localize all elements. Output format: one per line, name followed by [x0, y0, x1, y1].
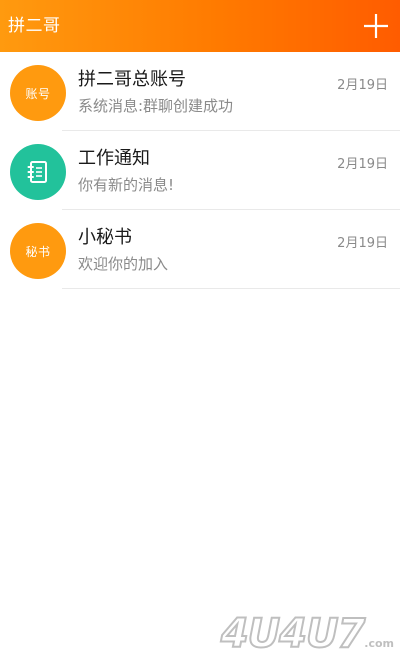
watermark-logo: 4U4U7.com [220, 609, 394, 659]
conversation-list: 账号 拼二哥总账号 系统消息:群聊创建成功 2月19日 工作通知 你有新的消息!… [0, 52, 400, 289]
conversation-preview: 系统消息:群聊创建成功 [78, 97, 234, 115]
conversation-preview: 欢迎你的加入 [78, 255, 169, 273]
avatar [10, 144, 66, 200]
watermark-suffix: .com [364, 637, 394, 650]
conversation-item-secretary[interactable]: 秘书 小秘书 欢迎你的加入 2月19日 [0, 210, 400, 289]
watermark-text: 4U4U7.com [220, 610, 394, 658]
conversation-item-main-account[interactable]: 账号 拼二哥总账号 系统消息:群聊创建成功 2月19日 [0, 52, 400, 131]
plus-icon [364, 14, 388, 38]
watermark-main: 4U4U7 [220, 610, 366, 658]
add-button[interactable] [360, 10, 392, 42]
conversation-date: 2月19日 [337, 236, 388, 251]
avatar: 账号 [10, 65, 66, 121]
avatar: 秘书 [10, 223, 66, 279]
conversation-name: 拼二哥总账号 [78, 69, 186, 90]
notebook-icon [27, 161, 47, 183]
header-title: 拼二哥 [8, 16, 61, 36]
conversation-item-work-notice[interactable]: 工作通知 你有新的消息! 2月19日 [0, 131, 400, 210]
conversation-name: 小秘书 [78, 227, 132, 248]
app-header: 拼二哥 [0, 0, 400, 52]
avatar-text: 秘书 [25, 244, 51, 259]
screen: 拼二哥 账号 拼二哥总账号 系统消息:群聊创建成功 2月19日 工作通知 你有新… [0, 0, 400, 667]
conversation-preview: 你有新的消息! [78, 176, 175, 194]
conversation-date: 2月19日 [337, 78, 388, 93]
conversation-date: 2月19日 [337, 157, 388, 172]
divider [62, 288, 400, 289]
conversation-name: 工作通知 [78, 148, 150, 169]
avatar-text: 账号 [25, 86, 51, 101]
